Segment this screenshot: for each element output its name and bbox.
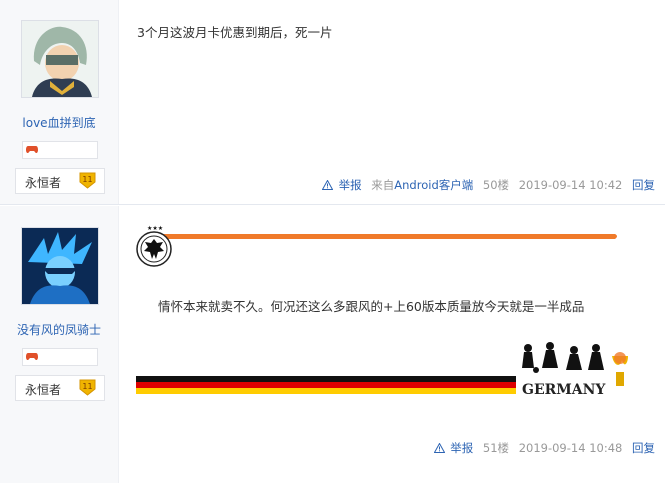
post-content: 情怀本来就卖不久。何况还这么多跟风的+上60版本质量放今天就是一半成品 (158, 299, 585, 314)
reply-button[interactable]: 回复 (632, 441, 655, 455)
report-link[interactable]: 举报 (433, 441, 477, 455)
medal-bar (22, 348, 98, 366)
post-time: 2019-09-14 10:48 (518, 441, 623, 455)
floor-number: 51楼 (482, 441, 510, 455)
level-title: 永恒者 (25, 383, 62, 397)
user-avatar[interactable] (21, 227, 99, 305)
username[interactable]: 没有风的凤骑士 (0, 321, 118, 338)
level-box: 永恒者 11 (15, 375, 105, 401)
level-badge-icon: 11 (79, 379, 96, 396)
svg-text:★★★: ★★★ (147, 225, 163, 232)
warning-icon (433, 443, 445, 453)
gamepad-icon (26, 353, 38, 361)
level-number: 11 (82, 382, 92, 391)
signature-flag-graphic: GERMANY (136, 342, 628, 398)
post-footer: 举报 51楼 2019-09-14 10:48 回复 (428, 440, 655, 456)
signature-header-graphic: ★★★ (136, 225, 617, 267)
signature-text: GERMANY (522, 382, 606, 398)
